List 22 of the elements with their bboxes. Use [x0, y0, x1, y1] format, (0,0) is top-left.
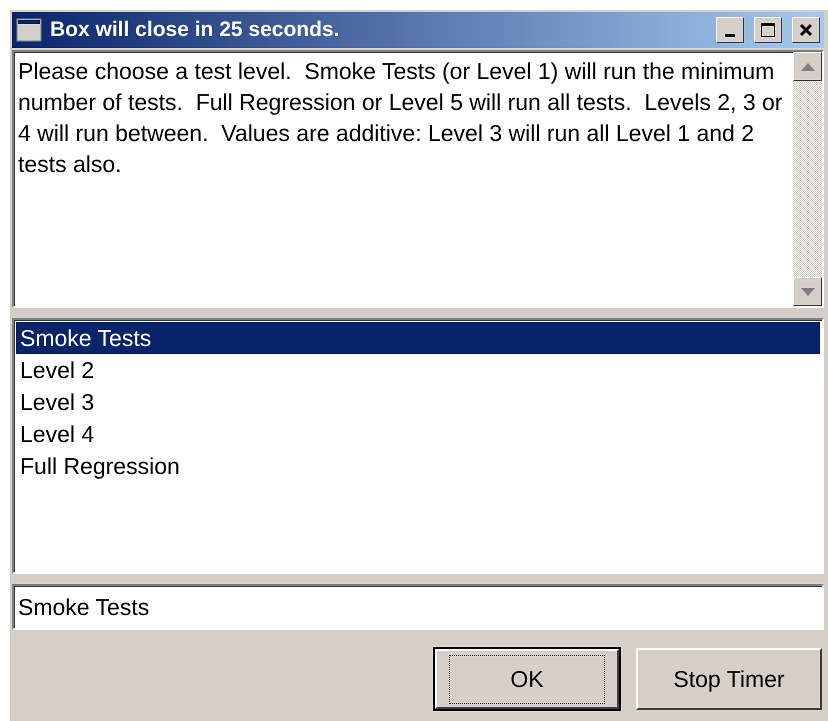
list-item[interactable]: Level 2	[16, 354, 820, 386]
maximize-button[interactable]	[754, 17, 782, 43]
dialog-button[interactable]: OK	[434, 648, 620, 710]
close-button[interactable]	[792, 17, 820, 43]
minimize-icon	[725, 34, 735, 36]
down-arrow-icon	[800, 288, 814, 296]
list-item[interactable]: Level 4	[16, 418, 820, 450]
up-arrow-icon	[800, 62, 814, 70]
scrollbar[interactable]	[793, 52, 822, 306]
minimize-button[interactable]	[716, 17, 744, 43]
selection-field[interactable]: Smoke Tests	[12, 584, 824, 630]
list-item[interactable]: Smoke Tests	[16, 322, 820, 354]
dialog-button[interactable]: Stop Timer	[636, 648, 822, 710]
close-icon	[799, 23, 813, 37]
window-icon	[16, 18, 42, 42]
window-title: Box will close in 25 seconds.	[50, 18, 340, 42]
list-item[interactable]: Full Regression	[16, 450, 820, 482]
scroll-down-button[interactable]	[793, 277, 822, 306]
list-item[interactable]: Level 3	[16, 386, 820, 418]
maximize-icon	[760, 22, 776, 38]
scroll-up-button[interactable]	[793, 52, 822, 81]
message-text: Please choose a test level. Smoke Tests (or Level 1) will run the minimum number of tests. Full Regression or Level 5 will run all tests. Levels 2, 3 or 4 will run between. Values are additive: Level 3 will run all Level 1 and 2 tests also.	[17, 57, 784, 179]
